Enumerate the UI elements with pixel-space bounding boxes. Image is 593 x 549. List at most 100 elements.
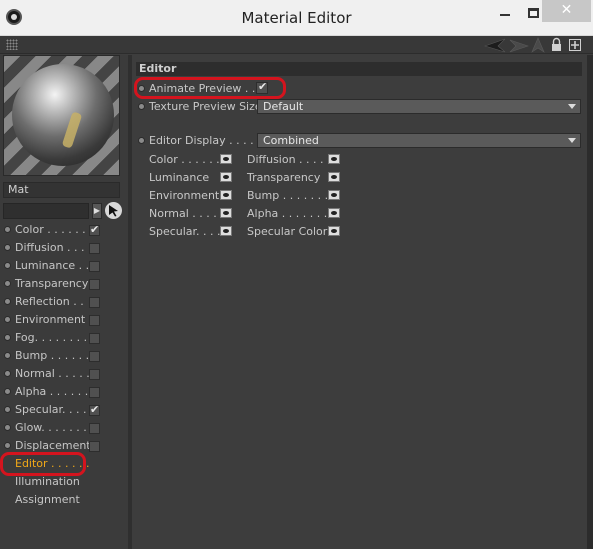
- picker-arrow-icon[interactable]: [105, 202, 122, 219]
- channel-checkbox[interactable]: [89, 279, 100, 290]
- display-normal-label: Normal . . . .: [149, 207, 217, 220]
- editor-toolbar: [0, 36, 593, 54]
- eye-icon[interactable]: [220, 172, 232, 182]
- forward-arrow-icon[interactable]: [509, 37, 529, 53]
- editor-display-label: Editor Display . . . . .: [149, 134, 261, 147]
- eye-icon[interactable]: [220, 154, 232, 164]
- channel-filter-input[interactable]: [3, 203, 89, 219]
- channel-label: Bump . . . . . .: [15, 349, 90, 362]
- editor-display-dropdown[interactable]: Combined: [257, 133, 581, 148]
- channel-reflection[interactable]: Reflection . .: [0, 293, 128, 311]
- eye-icon[interactable]: [328, 172, 340, 182]
- texture-preview-size-dropdown[interactable]: Default: [257, 99, 581, 114]
- channel-dot: [4, 280, 11, 287]
- channel-color[interactable]: Color . . . . . .: [0, 221, 128, 239]
- channel-bump[interactable]: Bump . . . . . .: [0, 347, 128, 365]
- channel-checkbox[interactable]: [89, 261, 100, 272]
- page-illumination[interactable]: Illumination: [0, 473, 128, 491]
- animate-preview-dot[interactable]: [138, 85, 145, 92]
- page-assignment[interactable]: Assignment: [0, 491, 128, 509]
- channel-dot: [4, 226, 11, 233]
- channel-checkbox[interactable]: [89, 387, 100, 398]
- display-row-5: Specular. . . . Specular Color: [149, 225, 349, 241]
- channel-dot: [4, 370, 11, 377]
- channel-dot: [4, 334, 11, 341]
- animate-preview-label: Animate Preview . . .: [149, 82, 263, 95]
- channel-label: Environment: [15, 313, 86, 326]
- channel-label: Fog. . . . . . . .: [15, 331, 88, 344]
- eye-icon[interactable]: [328, 208, 340, 218]
- eye-icon[interactable]: [328, 190, 340, 200]
- close-button[interactable]: ✕: [542, 0, 591, 22]
- eye-icon[interactable]: [328, 226, 340, 236]
- animate-preview-checkbox[interactable]: [256, 80, 268, 94]
- filter-arrow-button[interactable]: ▶: [92, 203, 102, 219]
- preview-sphere: [12, 64, 114, 166]
- channel-dot: [4, 352, 11, 359]
- panel-grip-icon[interactable]: [6, 39, 18, 50]
- channel-dot: [4, 442, 11, 449]
- display-bump-label: Bump . . . . . . .: [247, 189, 329, 202]
- texture-preview-size-label: Texture Preview Size: [149, 100, 262, 113]
- channel-label: Diffusion . . .: [15, 241, 85, 254]
- channel-checkbox[interactable]: [89, 223, 100, 236]
- channel-label: Reflection . .: [15, 295, 84, 308]
- back-arrow-icon[interactable]: [484, 37, 506, 53]
- new-panel-icon[interactable]: [569, 37, 581, 53]
- page-editor[interactable]: Editor . . . . . .: [0, 455, 128, 473]
- channel-checkbox[interactable]: [89, 423, 100, 434]
- up-arrow-icon[interactable]: [531, 37, 545, 53]
- chevron-down-icon: [568, 138, 576, 143]
- channel-luminance[interactable]: Luminance . .: [0, 257, 128, 275]
- display-transparency-label: Transparency: [247, 171, 321, 184]
- channel-checkbox[interactable]: [89, 369, 100, 380]
- channel-checkbox[interactable]: [89, 333, 100, 344]
- channel-glow[interactable]: Glow. . . . . . .: [0, 419, 128, 437]
- page-label: Editor . . . . . .: [15, 457, 90, 470]
- display-row-4: Normal . . . . Alpha . . . . . . .: [149, 207, 349, 223]
- title-bar: Material Editor ✕: [0, 0, 593, 36]
- channel-checkbox[interactable]: [89, 403, 100, 416]
- page-label: Illumination: [15, 475, 80, 488]
- texture-preview-size-dot[interactable]: [138, 103, 145, 110]
- chevron-down-icon: [568, 104, 576, 109]
- window-edge: [587, 55, 593, 549]
- channel-checkbox[interactable]: [89, 441, 100, 452]
- channel-diffusion[interactable]: Diffusion . . .: [0, 239, 128, 257]
- channel-environment[interactable]: Environment: [0, 311, 128, 329]
- channel-checkbox[interactable]: [89, 315, 100, 326]
- channel-fog[interactable]: Fog. . . . . . . .: [0, 329, 128, 347]
- eye-icon[interactable]: [328, 154, 340, 164]
- display-row-3: Environment Bump . . . . . . .: [149, 189, 349, 205]
- channel-specular[interactable]: Specular. . . .: [0, 401, 128, 419]
- display-diffusion-label: Diffusion . . . .: [247, 153, 324, 166]
- material-preview[interactable]: [3, 55, 120, 176]
- channel-dot: [4, 316, 11, 323]
- channel-dot: [4, 424, 11, 431]
- minimize-icon: [500, 14, 510, 16]
- display-specular-color-label: Specular Color: [247, 225, 328, 238]
- channel-dot: [4, 388, 11, 395]
- display-row-1: Color . . . . . . Diffusion . . . .: [149, 153, 349, 169]
- channel-normal[interactable]: Normal . . . . .: [0, 365, 128, 383]
- channel-label: Glow. . . . . . .: [15, 421, 87, 434]
- display-color-label: Color . . . . . .: [149, 153, 220, 166]
- channel-label: Luminance . .: [15, 259, 90, 272]
- eye-icon[interactable]: [220, 226, 232, 236]
- channel-dot: [4, 262, 11, 269]
- close-icon: ✕: [560, 2, 573, 18]
- material-name-field[interactable]: Mat: [3, 182, 120, 198]
- channel-label: Transparency: [15, 277, 89, 290]
- channel-displacement[interactable]: Displacement: [0, 437, 128, 455]
- page-label: Assignment: [15, 493, 80, 506]
- lock-icon[interactable]: [551, 37, 562, 53]
- channel-dot: [4, 406, 11, 413]
- channel-alpha[interactable]: Alpha . . . . . .: [0, 383, 128, 401]
- eye-icon[interactable]: [220, 190, 232, 200]
- channel-checkbox[interactable]: [89, 351, 100, 362]
- channel-transparency[interactable]: Transparency: [0, 275, 128, 293]
- editor-display-dot[interactable]: [138, 137, 145, 144]
- eye-icon[interactable]: [220, 208, 232, 218]
- channel-checkbox[interactable]: [89, 243, 100, 254]
- channel-checkbox[interactable]: [89, 297, 100, 308]
